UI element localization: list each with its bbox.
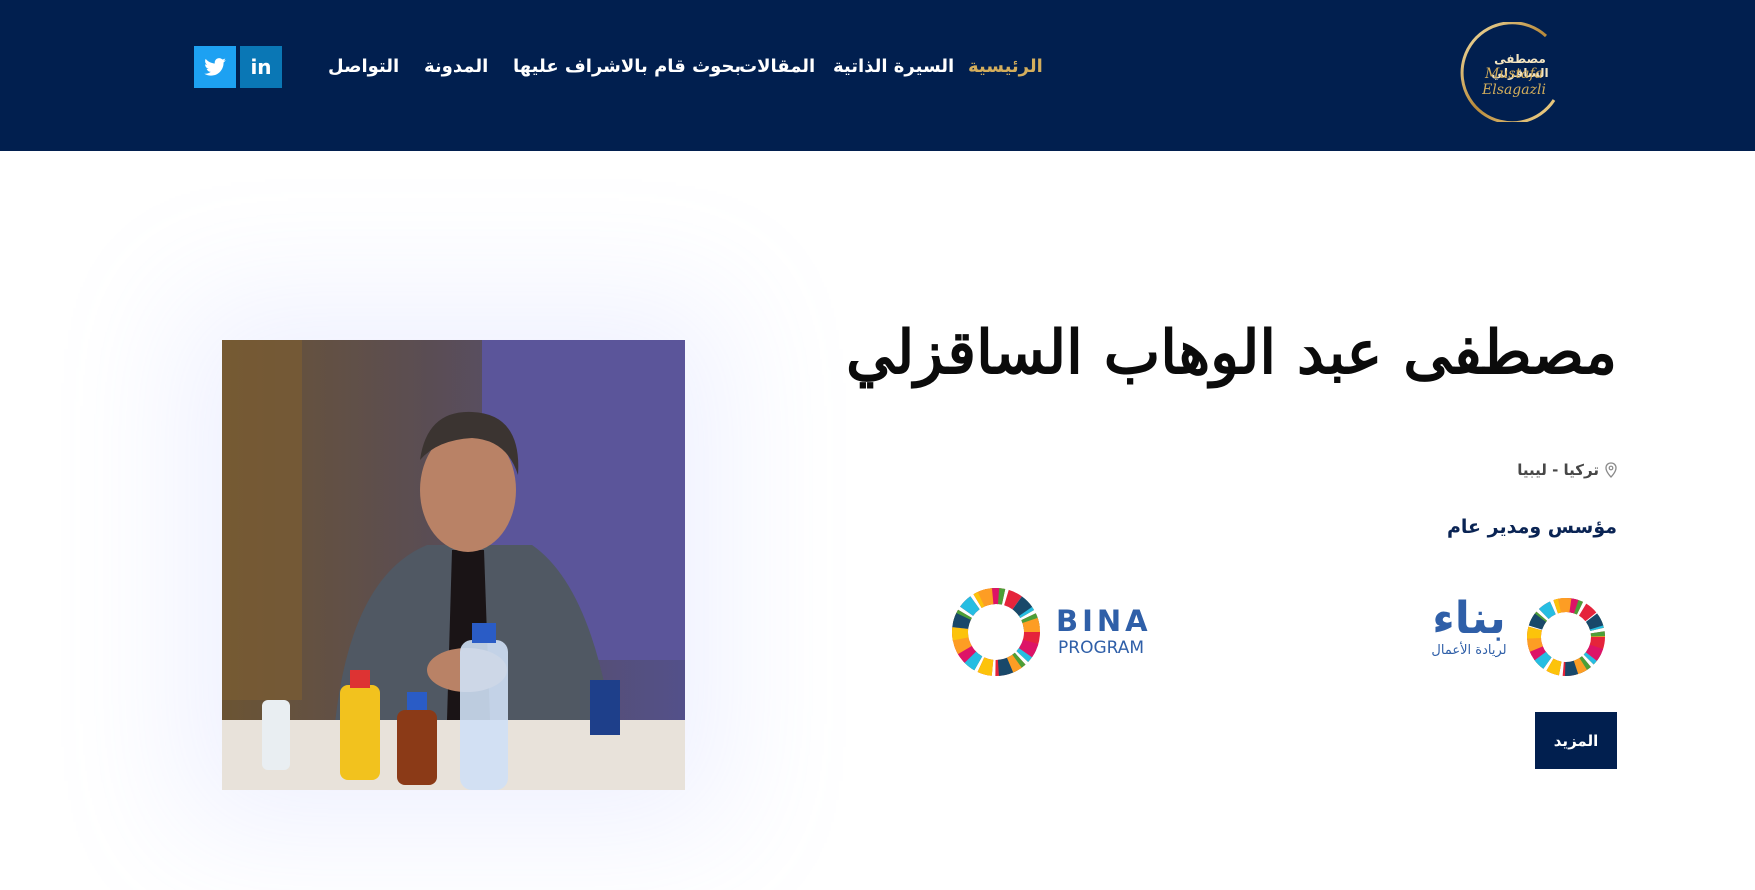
bina-english-logo: BINA PROGRAM [948,580,1156,680]
nav-research[interactable]: بحوث قام بالاشراف عليها [513,52,741,82]
location-text: تركيا - ليبيا [1517,461,1599,479]
twitter-button[interactable] [194,46,236,88]
bina-english-text: BINA [1056,604,1152,638]
logo-signature: Mustafa Elsagazli [1482,66,1546,98]
nav-home[interactable]: الرئيسية [968,52,1043,82]
bina-arabic-subtitle: لريادة الأعمال [1431,643,1507,658]
more-button[interactable]: المزيد [1535,712,1617,769]
role-title: مؤسس ومدير عام [1447,516,1617,538]
sdg-ring-icon [1527,598,1605,676]
navbar: مصطفى الساقزلي Mustafa Elsagazli الرئيسي… [0,0,1755,151]
nav-contact[interactable]: التواصل [328,52,399,82]
profile-photo [222,340,685,790]
site-logo[interactable]: مصطفى الساقزلي Mustafa Elsagazli [1450,22,1568,122]
bina-arabic-text: بناء [1432,593,1506,644]
nav-articles[interactable]: المقالات [739,52,815,82]
location: تركيا - ليبيا [1517,461,1617,479]
twitter-icon [204,58,226,76]
nav-blog[interactable]: المدونة [424,52,488,82]
map-pin-icon [1605,462,1617,478]
hero-name: مصطفى عبد الوهاب الساقزلي [845,318,1617,388]
portrait-image [222,340,685,790]
bina-english-subtitle: PROGRAM [1058,638,1145,658]
linkedin-icon: in [250,55,272,79]
linkedin-button[interactable]: in [240,46,282,88]
nav-cv[interactable]: السيرة الذاتية [833,52,954,82]
bina-arabic-logo: بناء لريادة الأعمال [1424,589,1614,683]
sdg-ring-icon [952,588,1040,676]
